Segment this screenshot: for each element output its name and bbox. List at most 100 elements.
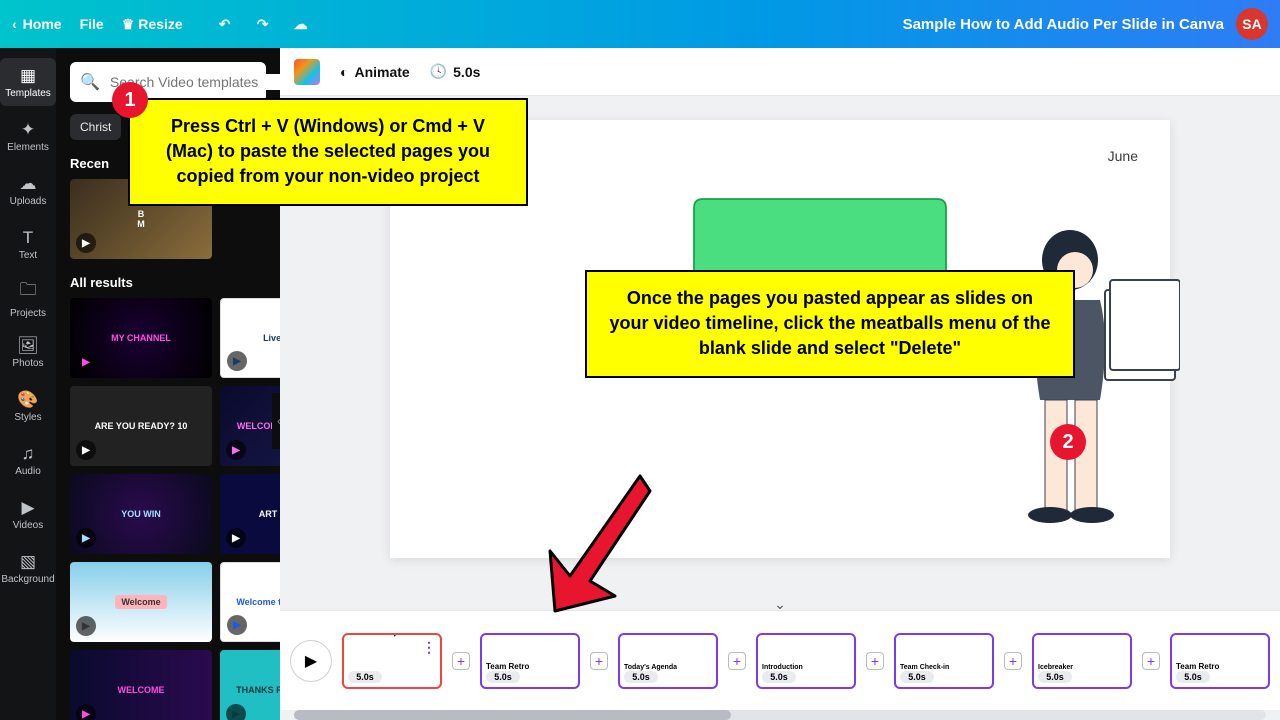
search-box: 🔍 ≡	[70, 62, 266, 102]
callout-2: Once the pages you pasted appear as slid…	[585, 270, 1075, 378]
rail-label: Background	[1, 574, 54, 585]
chevron-left-icon: ‹	[12, 16, 17, 32]
add-frame-button[interactable]: +	[1004, 652, 1022, 670]
duration-chip: 5.0s	[1176, 671, 1210, 683]
add-frame-button[interactable]: +	[1142, 652, 1160, 670]
top-icon-group: ↶ ↷ ☁	[215, 14, 311, 34]
timeline: ▶ ▾ ⋮ 5.0s + Team Retro5.0s + Today's Ag…	[280, 610, 1280, 710]
rail-templates[interactable]: ▦ Templates	[0, 58, 56, 106]
palette-icon: 🎨	[17, 390, 38, 410]
panel-collapse-handle[interactable]: ‹	[272, 393, 280, 449]
frames-track[interactable]: ▾ ⋮ 5.0s + Team Retro5.0s + Today's Agen…	[342, 633, 1270, 689]
clock-icon: 🕓	[430, 63, 447, 80]
rail-styles[interactable]: 🎨Styles	[0, 382, 56, 430]
animate-icon: ◐	[340, 64, 348, 80]
template-grid-all: MY CHANNEL▶ Live Webinar▶ ARE YOU READY?…	[70, 298, 266, 720]
meatballs-icon[interactable]: ⋮	[422, 639, 436, 656]
color-swatch[interactable]	[294, 59, 320, 85]
add-frame-button[interactable]: +	[452, 652, 470, 670]
timeline-frame[interactable]: Icebreaker5.0s	[1032, 633, 1132, 689]
template-item[interactable]: Welcome▶	[70, 562, 212, 642]
undo-icon[interactable]: ↶	[215, 14, 235, 34]
rail-label: Audio	[15, 466, 41, 477]
play-icon: ▶	[226, 528, 246, 548]
rail-label: Templates	[5, 88, 51, 99]
home-button[interactable]: ‹ Home	[12, 16, 62, 32]
play-icon: ▶	[227, 351, 247, 371]
top-bar: ‹ Home File ♛ Resize ↶ ↷ ☁ Sample How to…	[0, 0, 1280, 48]
duration-chip: 5.0s	[624, 671, 658, 683]
rail-photos[interactable]: 🖼Photos	[0, 328, 56, 376]
date-text: June	[1108, 148, 1138, 164]
add-frame-button[interactable]: +	[866, 652, 884, 670]
rail-uploads[interactable]: ☁ Uploads	[0, 166, 56, 214]
animate-label: Animate	[354, 64, 409, 80]
horizontal-scrollbar[interactable]	[294, 710, 1266, 720]
project-title[interactable]: Sample How to Add Audio Per Slide in Can…	[903, 16, 1224, 33]
duration-label: 5.0s	[453, 64, 480, 80]
add-frame-button[interactable]: +	[590, 652, 608, 670]
play-icon: ▶	[227, 615, 247, 635]
file-menu[interactable]: File	[80, 16, 104, 32]
timeline-frame[interactable]: Team Check-in5.0s	[894, 633, 994, 689]
callout-1: Press Ctrl + V (Windows) or Cmd + V (Mac…	[128, 98, 528, 206]
cloud-sync-icon[interactable]: ☁	[291, 14, 311, 34]
animate-button[interactable]: ◐ Animate	[340, 64, 410, 80]
templates-icon: ▦	[20, 66, 36, 86]
timeline-frame[interactable]: Today's Agenda5.0s	[618, 633, 718, 689]
duration-chip: 5.0s	[900, 671, 934, 683]
side-rail: ▦ Templates ✦Elements ☁ Uploads TText 🗀Pro…	[0, 48, 56, 720]
person-illustration	[1000, 220, 1180, 540]
top-left-group: ‹ Home File ♛ Resize ↶ ↷ ☁	[12, 14, 311, 34]
template-item[interactable]: ARE YOU READY? 10▶	[70, 386, 212, 466]
duration-chip: 5.0s	[1038, 671, 1072, 683]
upload-icon: ☁	[20, 174, 37, 194]
rail-label: Projects	[10, 308, 46, 319]
template-item[interactable]: Live Webinar▶	[220, 298, 280, 378]
rail-label: Uploads	[10, 196, 47, 207]
play-icon: ▶	[76, 233, 96, 253]
template-item[interactable]: WELCOME▶	[70, 650, 212, 720]
duration-button[interactable]: 🕓 5.0s	[430, 63, 481, 80]
step-badge-1: 1	[112, 82, 148, 118]
chevron-down-icon[interactable]: ⌄	[774, 596, 786, 613]
filter-chip[interactable]: Christ	[70, 114, 121, 140]
template-item[interactable]: YOU WIN▶	[70, 474, 212, 554]
timeline-frame[interactable]: Team Retro5.0s	[1170, 633, 1270, 689]
video-icon: ▶	[21, 498, 34, 518]
play-button[interactable]: ▶	[290, 640, 332, 682]
template-item[interactable]: ART & DESIGN▶	[220, 474, 280, 554]
rail-text[interactable]: TText	[0, 220, 56, 268]
rail-projects[interactable]: 🗀Projects	[0, 274, 56, 322]
crown-icon: ♛	[122, 16, 135, 33]
rail-elements[interactable]: ✦Elements	[0, 112, 56, 160]
scrollbar-thumb[interactable]	[294, 710, 731, 720]
music-icon: ♫	[22, 444, 35, 464]
play-icon: ▶	[226, 704, 246, 720]
avatar[interactable]: SA	[1236, 8, 1268, 40]
duration-chip: 5.0s	[348, 671, 382, 683]
template-item[interactable]: THANKS FOR WATCHING▶	[220, 650, 280, 720]
play-icon: ▶	[76, 616, 96, 636]
template-item[interactable]: MY CHANNEL▶	[70, 298, 212, 378]
step-badge-2: 2	[1050, 424, 1086, 460]
photo-icon: 🖼	[17, 336, 39, 356]
timeline-frame[interactable]: Introduction5.0s	[756, 633, 856, 689]
timeline-frame[interactable]: Team Retro5.0s	[480, 633, 580, 689]
arrow-icon	[540, 466, 660, 616]
section-all: All results	[70, 275, 266, 290]
rail-videos[interactable]: ▶Videos	[0, 490, 56, 538]
template-item[interactable]: WELCOME TO CHANNEL▶	[220, 386, 280, 466]
play-icon: ▶	[76, 440, 96, 460]
template-item[interactable]: Welcome to our new hire!▶	[220, 562, 280, 642]
play-icon: ▶	[226, 440, 246, 460]
redo-icon[interactable]: ↷	[253, 14, 273, 34]
playhead-icon: ▾	[392, 633, 398, 640]
resize-menu[interactable]: ♛ Resize	[122, 16, 183, 33]
duration-chip: 5.0s	[486, 671, 520, 683]
rail-label: Elements	[7, 142, 49, 153]
timeline-frame[interactable]: ▾ ⋮ 5.0s	[342, 633, 442, 689]
rail-audio[interactable]: ♫ Audio	[0, 436, 56, 484]
rail-background[interactable]: ▧Background	[0, 544, 56, 592]
add-frame-button[interactable]: +	[728, 652, 746, 670]
